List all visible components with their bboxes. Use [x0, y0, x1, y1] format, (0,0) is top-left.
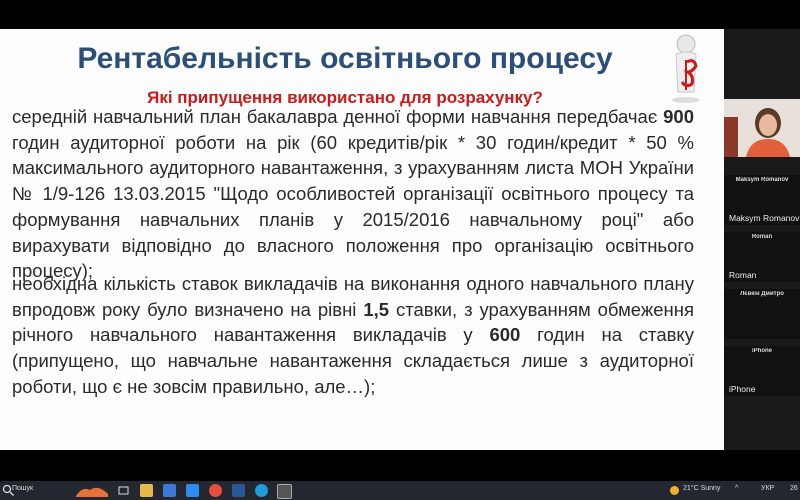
- news-widget-icon[interactable]: [74, 484, 110, 497]
- participant-tag: Roman: [751, 234, 773, 240]
- logo-figure-icon: [672, 34, 700, 103]
- participant-name: iPhone: [729, 384, 756, 394]
- word-icon[interactable]: [232, 484, 245, 497]
- calendar-app-icon[interactable]: [163, 484, 176, 497]
- paragraph-2: необхідна кількість ставок викладачів на…: [12, 271, 694, 400]
- tray-chevron-icon[interactable]: ^: [735, 485, 738, 492]
- clock-date[interactable]: 26: [790, 485, 798, 492]
- task-view-icon[interactable]: [117, 484, 130, 497]
- video-app-icon[interactable]: [277, 484, 292, 499]
- participant-name: Roman: [729, 270, 757, 280]
- paragraph-1: середній навчальний план бакалавра денно…: [12, 104, 694, 284]
- p1-hours-value: 900: [663, 106, 694, 127]
- participant-tile[interactable]: Maksym Romanov Maksym Romanov: [724, 175, 800, 225]
- language-indicator[interactable]: УКР: [761, 485, 774, 492]
- participant-tag: iPhone: [751, 348, 772, 354]
- participant-tile[interactable]: Roman Roman: [724, 232, 800, 282]
- participant-tag: Maksym Romanov: [735, 177, 789, 183]
- chrome-icon[interactable]: [209, 484, 222, 497]
- slide-title: Рентабельність освітнього процесу: [77, 42, 613, 75]
- store-icon[interactable]: [186, 484, 199, 497]
- edge-icon[interactable]: [255, 484, 268, 497]
- participant-tag: Лєвкін Дмитро: [740, 291, 784, 297]
- participant-name: Maksym Romanov: [729, 213, 800, 223]
- taskbar: Пошук 21°C Sunny ^ УКР 26: [0, 481, 800, 500]
- weather-text[interactable]: 21°C Sunny: [683, 485, 720, 492]
- participants-panel: Maksym Romanov Maksym Romanov Roman Roma…: [724, 29, 800, 450]
- p1-seg: годин аудиторної роботи на рік (60 креди…: [12, 131, 694, 282]
- file-explorer-icon[interactable]: [140, 484, 153, 497]
- participant-tile[interactable]: iPhone iPhone: [724, 346, 800, 396]
- participant-tile[interactable]: Лєвкін Дмитро: [724, 289, 800, 339]
- participant-video[interactable]: [724, 99, 800, 157]
- p2-hours-value: 600: [489, 324, 521, 346]
- p1-seg: середній навчальний план бакалавра денно…: [12, 106, 664, 127]
- p2-rate-value: 1,5: [363, 298, 390, 320]
- sun-icon: [670, 486, 679, 495]
- presentation-slide: Рентабельність освітнього процесу Які пр…: [0, 29, 724, 450]
- webcam-person-icon: [724, 99, 800, 157]
- search-box-label[interactable]: Пошук: [12, 485, 33, 492]
